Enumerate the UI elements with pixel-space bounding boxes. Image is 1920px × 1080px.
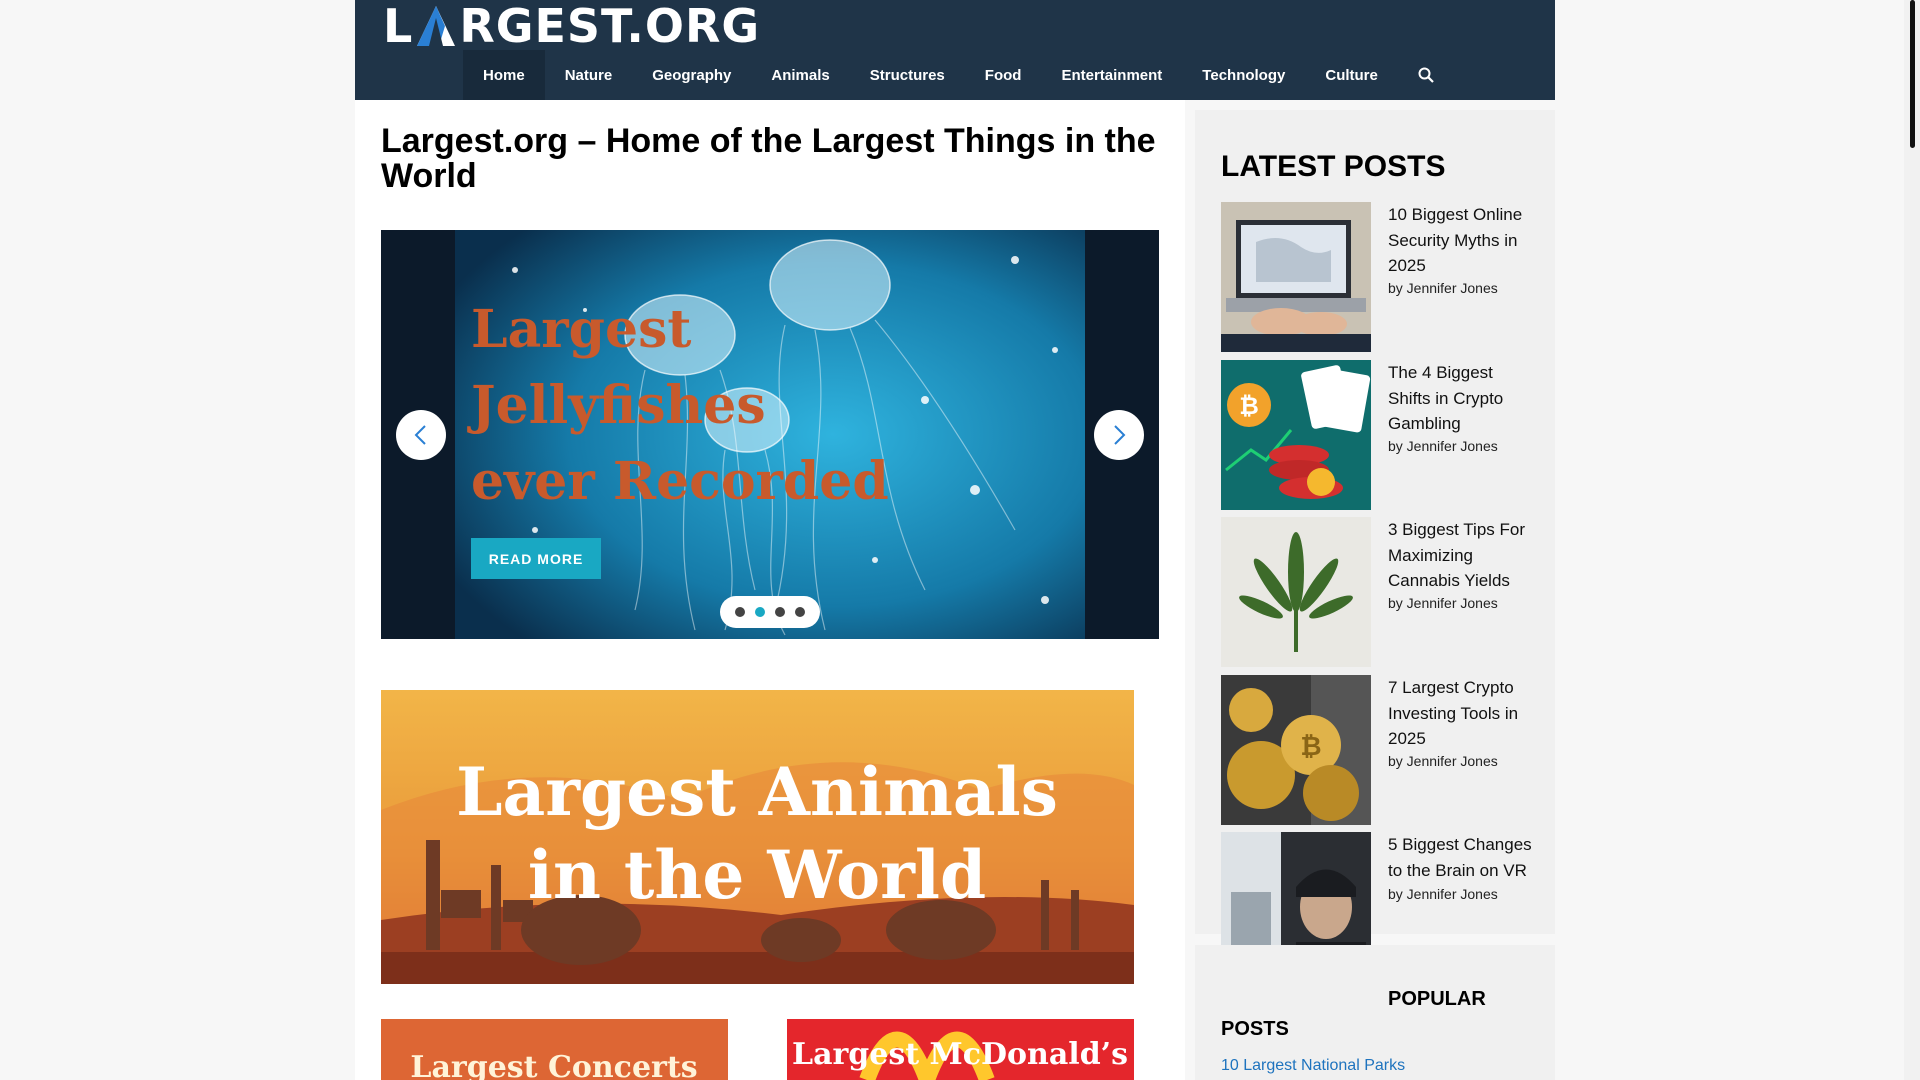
nav-culture[interactable]: Culture bbox=[1305, 50, 1398, 100]
slider-dot-active[interactable] bbox=[755, 607, 765, 617]
slide-title[interactable]: Largest Jellyfishes ever Recorded bbox=[471, 292, 891, 520]
post-thumbnail[interactable] bbox=[1221, 517, 1371, 667]
mcdonalds-banner-text: Largest McDonald’s bbox=[792, 1037, 1128, 1072]
latest-post-item[interactable]: 3 Biggest Tips For Maximizing Cannabis Y… bbox=[1221, 517, 1551, 667]
search-icon bbox=[1418, 67, 1434, 83]
site-header: L RGEST.ORG Home Nature Geography Animal… bbox=[355, 0, 1555, 100]
concerts-banner-image: Largest Concerts bbox=[381, 1019, 728, 1080]
nav-search-button[interactable] bbox=[1398, 50, 1454, 100]
slider-dot[interactable] bbox=[775, 607, 785, 617]
latest-posts-widget: LATEST POSTS 10 Biggest Online Security … bbox=[1195, 110, 1555, 982]
popular-posts-title: POPULAR bbox=[1388, 988, 1486, 1010]
post-author: by Jennifer Jones bbox=[1388, 280, 1498, 296]
nav-home[interactable]: Home bbox=[463, 50, 545, 100]
nav-structures[interactable]: Structures bbox=[850, 50, 965, 100]
cannabis-leaf-image bbox=[1221, 517, 1371, 667]
latest-posts-title: LATEST POSTS bbox=[1221, 150, 1446, 183]
largest-mcdonalds-banner[interactable]: Largest McDonald’s bbox=[787, 1019, 1134, 1080]
post-thumbnail[interactable]: ₿ bbox=[1221, 360, 1371, 510]
animals-banner-image: Largest Animals in the World bbox=[381, 690, 1134, 984]
post-title[interactable]: 10 Biggest Online Security Myths in 2025 bbox=[1388, 202, 1536, 279]
animals-banner-line1: Largest Animals bbox=[456, 753, 1058, 831]
logo-letter: L bbox=[383, 0, 414, 53]
svg-text:₿: ₿ bbox=[1300, 732, 1321, 762]
latest-post-item[interactable]: 10 Biggest Online Security Myths in 2025… bbox=[1221, 202, 1551, 352]
scrollbar-thumb[interactable] bbox=[1910, 0, 1915, 148]
nav-geography[interactable]: Geography bbox=[632, 50, 751, 100]
post-author: by Jennifer Jones bbox=[1388, 886, 1498, 902]
popular-posts-title-line2: POSTS bbox=[1221, 1018, 1289, 1040]
nav-nature[interactable]: Nature bbox=[545, 50, 633, 100]
nav-entertainment[interactable]: Entertainment bbox=[1041, 50, 1182, 100]
logo-mountain-icon bbox=[417, 6, 456, 46]
nav-animals[interactable]: Animals bbox=[751, 50, 849, 100]
slider-prev-button[interactable] bbox=[396, 410, 446, 460]
featured-slider: Largest Jellyfishes ever Recorded READ M… bbox=[381, 230, 1159, 639]
largest-concerts-banner[interactable]: Largest Concerts bbox=[381, 1019, 728, 1080]
post-thumbnail[interactable]: ₿ bbox=[1221, 675, 1371, 825]
post-author: by Jennifer Jones bbox=[1388, 753, 1498, 769]
bitcoin-coins-image: ₿ bbox=[1221, 675, 1371, 825]
logo-text: RGEST.ORG bbox=[459, 0, 761, 53]
svg-text:₿: ₿ bbox=[1239, 392, 1259, 420]
slider-next-button[interactable] bbox=[1094, 410, 1144, 460]
nav-technology[interactable]: Technology bbox=[1182, 50, 1305, 100]
concerts-banner-text: Largest Concerts bbox=[410, 1050, 697, 1080]
read-more-button[interactable]: READ MORE bbox=[471, 538, 601, 579]
post-title[interactable]: 5 Biggest Changes to the Brain on VR bbox=[1388, 832, 1536, 883]
laptop-security-image bbox=[1221, 202, 1371, 352]
post-thumbnail[interactable] bbox=[1221, 202, 1371, 352]
largest-animals-banner[interactable]: Largest Animals in the World bbox=[381, 690, 1134, 984]
nav-food[interactable]: Food bbox=[965, 50, 1042, 100]
post-author: by Jennifer Jones bbox=[1388, 438, 1498, 454]
page-scrollbar[interactable] bbox=[1904, 0, 1920, 1080]
latest-post-item[interactable]: ₿ 7 Largest Crypto Investing Tools in 20… bbox=[1221, 675, 1551, 825]
mcdonalds-banner-image: Largest McDonald’s bbox=[787, 1019, 1134, 1080]
slider-dot[interactable] bbox=[735, 607, 745, 617]
slider-dot[interactable] bbox=[795, 607, 805, 617]
chevron-left-icon bbox=[414, 425, 426, 445]
post-author: by Jennifer Jones bbox=[1388, 595, 1498, 611]
main-nav: Home Nature Geography Animals Structures… bbox=[463, 50, 1454, 100]
page-title: Largest.org – Home of the Largest Things… bbox=[381, 122, 1156, 195]
animals-banner-line2: in the World bbox=[528, 836, 986, 914]
popular-post-link[interactable]: 10 Largest National Parks bbox=[1221, 1057, 1405, 1075]
crypto-gambling-image: ₿ bbox=[1221, 360, 1371, 510]
latest-post-item[interactable]: ₿ The 4 Biggest Shifts in Crypto Gamblin… bbox=[1221, 360, 1551, 510]
popular-posts-widget: POPULAR POSTS 10 Largest National Parks bbox=[1195, 945, 1555, 1080]
slider-dots bbox=[720, 596, 820, 628]
post-title[interactable]: 3 Biggest Tips For Maximizing Cannabis Y… bbox=[1388, 517, 1536, 594]
chevron-right-icon bbox=[1114, 425, 1126, 445]
post-title[interactable]: The 4 Biggest Shifts in Crypto Gambling bbox=[1388, 360, 1536, 437]
site-logo[interactable]: L RGEST.ORG bbox=[383, 2, 760, 50]
main-content: Largest.org – Home of the Largest Things… bbox=[355, 100, 1185, 1080]
post-title[interactable]: 7 Largest Crypto Investing Tools in 2025 bbox=[1388, 675, 1536, 752]
